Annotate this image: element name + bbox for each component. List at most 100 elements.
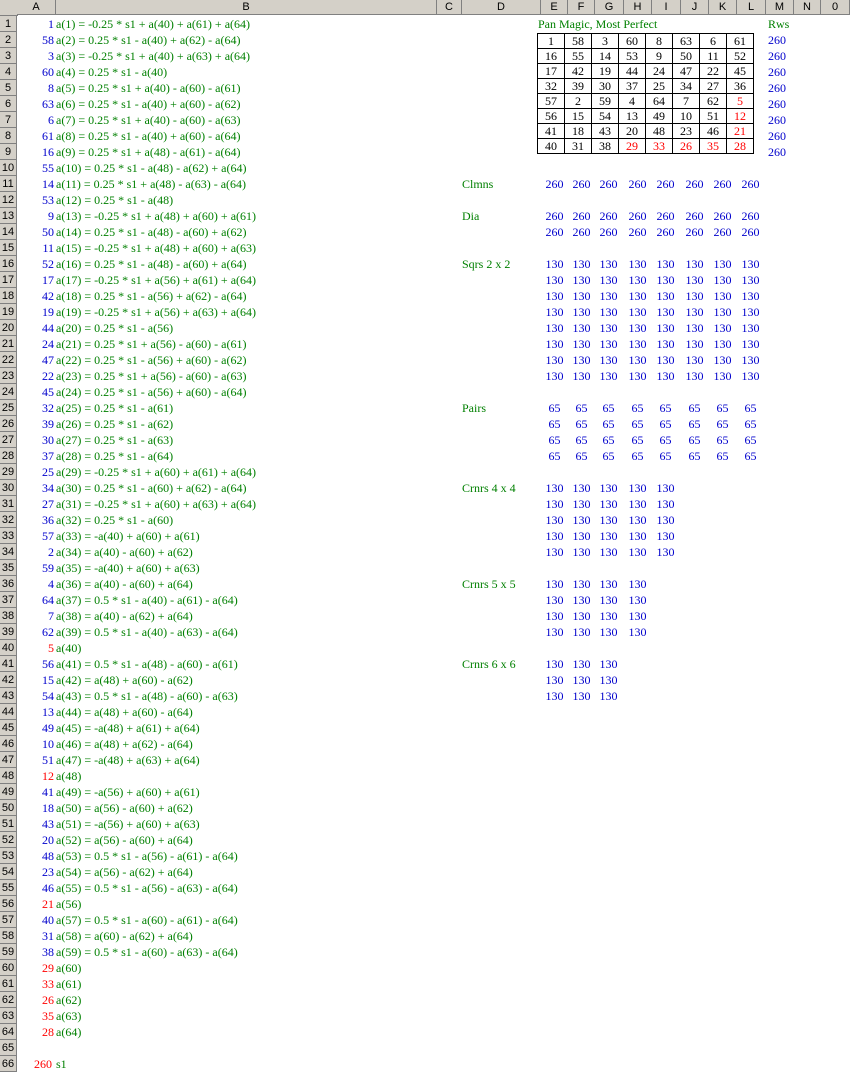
check-value[interactable]: 65: [624, 448, 651, 464]
check-value[interactable]: 130: [624, 288, 651, 304]
check-value[interactable]: 130: [624, 320, 651, 336]
cell-formula[interactable]: a(31) = -0.25 * s1 + a(60) + a(63) + a(6…: [56, 496, 256, 512]
check-value[interactable]: 260: [568, 208, 595, 224]
row-header[interactable]: 13: [0, 208, 17, 224]
cell-value[interactable]: 59: [17, 560, 56, 576]
check-value[interactable]: 130: [595, 528, 622, 544]
check-value[interactable]: 130: [652, 272, 679, 288]
row-header[interactable]: 8: [0, 128, 17, 144]
check-value[interactable]: 130: [568, 544, 595, 560]
row-header[interactable]: 50: [0, 800, 17, 816]
row-header[interactable]: 52: [0, 832, 17, 848]
check-value[interactable]: 130: [709, 304, 736, 320]
row-header[interactable]: 38: [0, 608, 17, 624]
column-header[interactable]: C: [437, 0, 462, 15]
square-cell[interactable]: 11: [699, 48, 727, 64]
cell-formula[interactable]: a(42) = a(48) + a(60) - a(62): [56, 672, 193, 688]
row-header[interactable]: 32: [0, 512, 17, 528]
cell-value[interactable]: 44: [17, 320, 56, 336]
check-value[interactable]: 130: [624, 576, 651, 592]
check-value[interactable]: 260: [624, 208, 651, 224]
check-value[interactable]: 65: [541, 400, 568, 416]
check-value[interactable]: 130: [541, 272, 568, 288]
row-header[interactable]: 25: [0, 400, 17, 416]
check-value[interactable]: 130: [624, 336, 651, 352]
check-value[interactable]: 260: [568, 176, 595, 192]
check-value[interactable]: 130: [541, 320, 568, 336]
check-value[interactable]: 130: [681, 256, 708, 272]
check-value[interactable]: 65: [737, 416, 764, 432]
cell-value[interactable]: 12: [17, 768, 56, 784]
square-cell[interactable]: 25: [645, 78, 673, 94]
square-cell[interactable]: 23: [672, 123, 700, 139]
row-sum[interactable]: 260: [768, 112, 786, 128]
square-cell[interactable]: 9: [645, 48, 673, 64]
check-value[interactable]: 260: [681, 176, 708, 192]
cell-formula[interactable]: a(37) = 0.5 * s1 - a(40) - a(61) - a(64): [56, 592, 238, 608]
cell-value[interactable]: 21: [17, 896, 56, 912]
cell-value[interactable]: 38: [17, 944, 56, 960]
square-cell[interactable]: 54: [591, 108, 619, 124]
cell-value[interactable]: 35: [17, 1008, 56, 1024]
row-header[interactable]: 51: [0, 816, 17, 832]
square-cell[interactable]: 19: [591, 63, 619, 79]
cell-formula[interactable]: a(49) = -a(56) + a(60) + a(61): [56, 784, 200, 800]
row-header[interactable]: 29: [0, 464, 17, 480]
check-value[interactable]: 130: [595, 608, 622, 624]
row-header[interactable]: 6: [0, 96, 17, 112]
check-value[interactable]: 130: [541, 368, 568, 384]
cell-formula[interactable]: a(27) = 0.25 * s1 - a(63): [56, 432, 173, 448]
cell-formula[interactable]: a(36) = a(40) - a(60) + a(64): [56, 576, 193, 592]
square-cell[interactable]: 63: [672, 33, 700, 49]
check-value[interactable]: 65: [595, 448, 622, 464]
cell-value[interactable]: 32: [17, 400, 56, 416]
cell-formula[interactable]: a(43) = 0.5 * s1 - a(48) - a(60) - a(63): [56, 688, 238, 704]
check-value[interactable]: 130: [624, 608, 651, 624]
cell-value[interactable]: 47: [17, 352, 56, 368]
check-value[interactable]: 130: [568, 336, 595, 352]
cell-formula[interactable]: a(57) = 0.5 * s1 - a(60) - a(61) - a(64): [56, 912, 238, 928]
column-header[interactable]: D: [462, 0, 541, 15]
square-cell[interactable]: 38: [591, 138, 619, 154]
cell-value[interactable]: 37: [17, 448, 56, 464]
check-value[interactable]: 65: [595, 400, 622, 416]
cell-formula[interactable]: a(16) = 0.25 * s1 - a(48) - a(60) + a(64…: [56, 256, 246, 272]
cell-value[interactable]: 25: [17, 464, 56, 480]
square-cell[interactable]: 53: [618, 48, 646, 64]
cell-value[interactable]: 64: [17, 592, 56, 608]
check-value[interactable]: 65: [681, 448, 708, 464]
check-value[interactable]: 260: [681, 208, 708, 224]
square-cell[interactable]: 16: [537, 48, 565, 64]
check-value[interactable]: 65: [652, 416, 679, 432]
cell-formula[interactable]: a(19) = -0.25 * s1 + a(56) + a(63) + a(6…: [56, 304, 256, 320]
check-value[interactable]: 130: [541, 672, 568, 688]
row-sum[interactable]: 260: [768, 144, 786, 160]
row-header[interactable]: 3: [0, 48, 17, 64]
check-value[interactable]: 65: [709, 400, 736, 416]
square-cell[interactable]: 12: [726, 108, 754, 124]
cell-value[interactable]: 56: [17, 656, 56, 672]
cell-formula[interactable]: a(64): [56, 1024, 81, 1040]
check-value[interactable]: 260: [709, 208, 736, 224]
square-cell[interactable]: 31: [564, 138, 592, 154]
check-value[interactable]: 130: [568, 496, 595, 512]
cell-formula[interactable]: a(35) = -a(40) + a(60) + a(63): [56, 560, 200, 576]
check-value[interactable]: 130: [737, 320, 764, 336]
check-value[interactable]: 130: [595, 480, 622, 496]
check-value[interactable]: 130: [709, 368, 736, 384]
check-value[interactable]: 130: [568, 272, 595, 288]
check-value[interactable]: 130: [568, 624, 595, 640]
row-header[interactable]: 27: [0, 432, 17, 448]
check-value[interactable]: 130: [541, 496, 568, 512]
check-value[interactable]: 130: [652, 352, 679, 368]
square-cell[interactable]: 61: [726, 33, 754, 49]
cell-value[interactable]: 49: [17, 720, 56, 736]
check-value[interactable]: 130: [595, 688, 622, 704]
row-header[interactable]: 23: [0, 368, 17, 384]
check-value[interactable]: 130: [737, 256, 764, 272]
check-value[interactable]: 260: [737, 208, 764, 224]
cell-formula[interactable]: a(1) = -0.25 * s1 + a(40) + a(61) + a(64…: [56, 16, 250, 32]
square-cell[interactable]: 58: [564, 33, 592, 49]
square-cell[interactable]: 17: [537, 63, 565, 79]
cell-value[interactable]: 26: [17, 992, 56, 1008]
